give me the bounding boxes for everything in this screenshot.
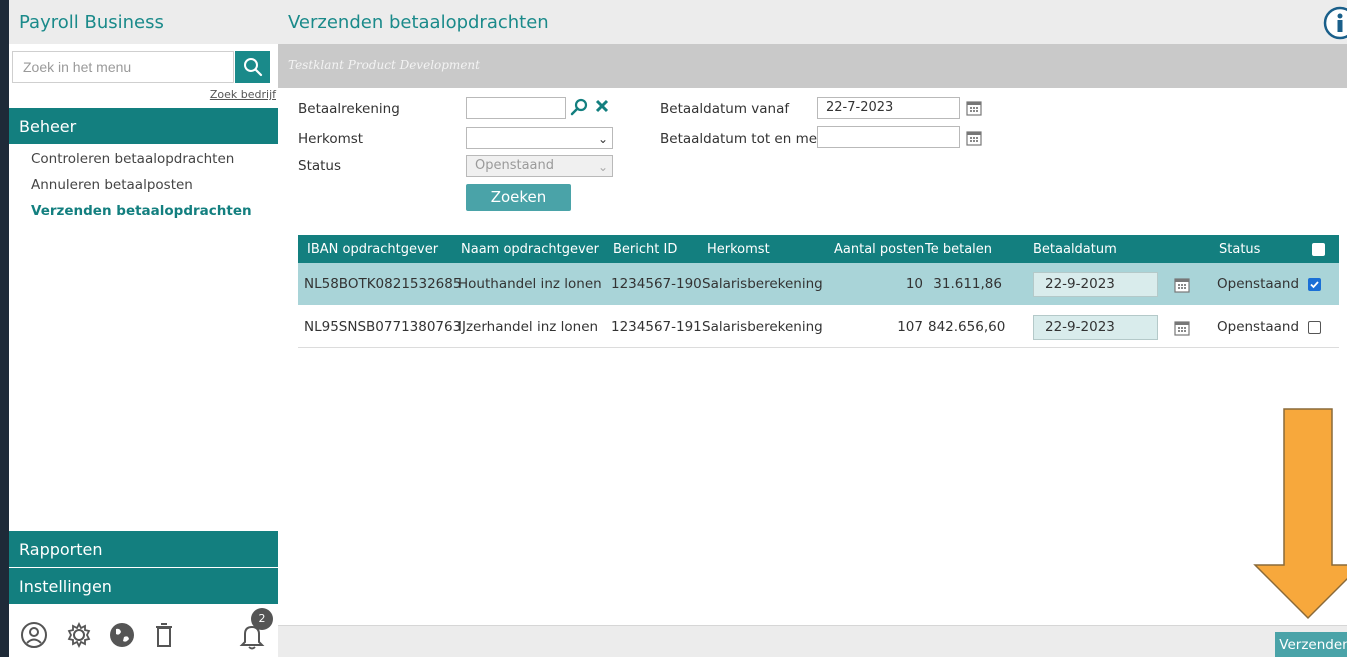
menu-search-field[interactable] <box>12 51 234 83</box>
herkomst-select[interactable]: ⌄ <box>466 127 613 149</box>
row-checkbox[interactable] <box>1308 321 1321 334</box>
datum-tot-input[interactable] <box>817 126 960 148</box>
col-iban[interactable]: IBAN opdrachtgever <box>307 242 438 257</box>
check-icon <box>1310 281 1319 289</box>
globe-icon[interactable] <box>107 620 137 650</box>
cell-iban: NL95SNSB0771380763 <box>304 319 462 335</box>
col-aantal[interactable]: Aantal posten <box>834 242 924 257</box>
notification-badge: 2 <box>251 608 273 630</box>
col-bedrag[interactable]: Te betalen <box>925 242 992 257</box>
menu-search-input[interactable] <box>13 52 233 82</box>
trash-icon[interactable] <box>149 620 179 650</box>
col-herkomst[interactable]: Herkomst <box>707 242 770 257</box>
sidebar: Payroll Business Zoek bedrijf Beheer Con… <box>9 0 278 657</box>
calendar-icon[interactable] <box>966 100 982 116</box>
cell-bedrag: 842.656,60 <box>928 319 1006 335</box>
main-header: Verzenden betaalopdrachten <box>278 0 1347 44</box>
cell-bedrag: 31.611,86 <box>933 276 1002 292</box>
table-row[interactable]: NL95SNSB0771380763 IJzerhandel inz lonen… <box>298 306 1339 348</box>
info-icon[interactable] <box>1323 6 1347 40</box>
betaalrekening-label: Betaalrekening <box>298 101 400 117</box>
betaaldatum-input[interactable]: 22-9-2023 <box>1033 272 1158 297</box>
zoek-bedrijf-link[interactable]: Zoek bedrijf <box>210 88 276 101</box>
app-title: Payroll Business <box>9 0 278 44</box>
select-all-checkbox[interactable] <box>1312 243 1325 256</box>
datum-vanaf-input[interactable]: 22-7-2023 <box>817 97 960 119</box>
client-name: Testklant Product Development <box>288 58 480 72</box>
table-row[interactable]: NL58BOTK0821532685 Houthandel inz lonen … <box>298 263 1339 305</box>
cell-status: Openstaand <box>1217 276 1300 292</box>
col-status[interactable]: Status <box>1219 242 1260 257</box>
datum-tot-label: Betaaldatum tot en met <box>660 131 823 147</box>
betaalrekening-input[interactable] <box>466 97 566 119</box>
calendar-icon[interactable] <box>1174 277 1190 293</box>
down-arrow-annotation <box>1253 408 1347 620</box>
app-window: Payroll Business Zoek bedrijf Beheer Con… <box>9 0 1347 657</box>
gear-icon[interactable] <box>64 620 94 650</box>
main-content: Verzenden betaalopdrachten Testklant Pro… <box>278 0 1347 657</box>
cell-bericht: 1234567-191 <box>611 319 702 335</box>
section-rapporten[interactable]: Rapporten <box>9 531 278 567</box>
cell-bericht: 1234567-190 <box>611 276 702 292</box>
sidebar-item-annuleren[interactable]: Annuleren betaalposten <box>31 176 252 202</box>
chevron-down-icon: ⌄ <box>597 132 608 146</box>
status-label: Status <box>298 158 342 174</box>
cell-herkomst: Salarisberekening <box>702 276 823 292</box>
user-support-icon[interactable] <box>19 620 49 650</box>
cell-iban: NL58BOTK0821532685 <box>304 276 462 292</box>
verzenden-button[interactable]: Verzenden <box>1275 632 1347 657</box>
beheer-menu: Controleren betaalopdrachten Annuleren b… <box>31 150 252 228</box>
lookup-icon[interactable] <box>570 98 588 116</box>
sidebar-footer <box>9 612 278 657</box>
cell-status: Openstaand <box>1217 319 1300 335</box>
status-select: Openstaand ⌄ <box>466 155 613 177</box>
search-button[interactable] <box>235 51 270 83</box>
status-select-value: Openstaand <box>475 158 555 173</box>
betaaldatum-input[interactable]: 22-9-2023 <box>1033 315 1158 340</box>
cell-aantal: 10 <box>905 276 923 292</box>
table-header: IBAN opdrachtgever Naam opdrachtgever Be… <box>298 235 1339 263</box>
col-naam[interactable]: Naam opdrachtgever <box>461 242 599 257</box>
search-icon <box>243 58 262 77</box>
chevron-down-icon: ⌄ <box>597 160 608 174</box>
cell-aantal: 107 <box>897 319 923 335</box>
datum-vanaf-label: Betaaldatum vanaf <box>660 101 790 117</box>
sidebar-item-controleren[interactable]: Controleren betaalopdrachten <box>31 150 252 176</box>
zoeken-button[interactable]: Zoeken <box>466 184 571 211</box>
calendar-icon[interactable] <box>966 130 982 146</box>
cell-herkomst: Salarisberekening <box>702 319 823 335</box>
footer-bar: Verzenden <box>278 625 1347 657</box>
client-bar: Testklant Product Development <box>278 44 1347 88</box>
cell-naam: IJzerhandel inz lonen <box>458 319 599 335</box>
section-beheer[interactable]: Beheer <box>9 108 278 144</box>
col-datum[interactable]: Betaaldatum <box>1033 242 1117 257</box>
section-instellingen[interactable]: Instellingen <box>9 568 278 604</box>
col-bericht[interactable]: Bericht ID <box>613 242 677 257</box>
sidebar-item-verzenden[interactable]: Verzenden betaalopdrachten <box>31 202 252 228</box>
clear-icon[interactable] <box>595 99 609 113</box>
herkomst-label: Herkomst <box>298 131 364 147</box>
page-title: Verzenden betaalopdrachten <box>288 12 549 33</box>
calendar-icon[interactable] <box>1174 320 1190 336</box>
row-checkbox[interactable] <box>1308 278 1321 291</box>
cell-naam: Houthandel inz lonen <box>458 276 602 292</box>
